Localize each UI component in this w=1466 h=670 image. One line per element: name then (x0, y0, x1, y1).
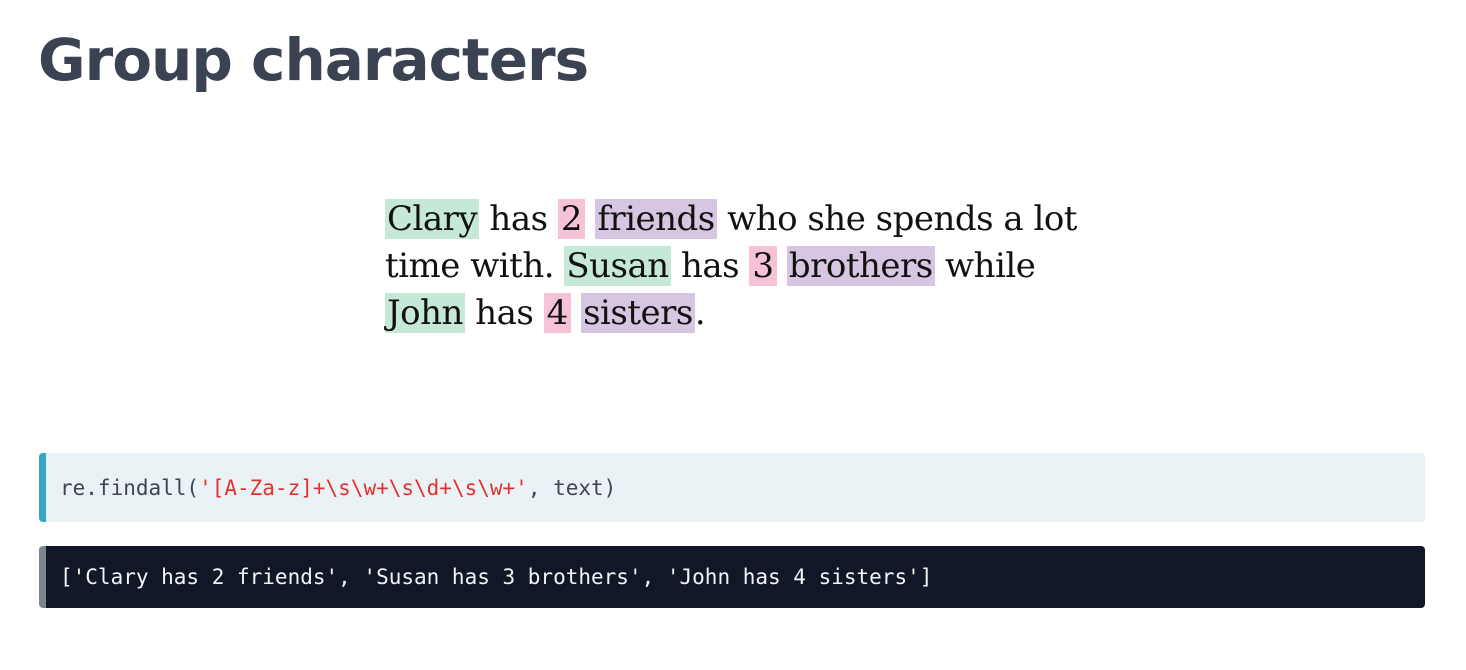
page-title: Group characters (38, 26, 589, 94)
sentence-text: . (694, 293, 706, 333)
highlight-noun: brothers (786, 246, 935, 286)
code-input-block[interactable]: re.findall('[A-Za-z]+\s\w+\s\d+\s\w+', t… (39, 453, 1425, 522)
highlight-noun: friends (595, 199, 717, 239)
highlight-number: 4 (543, 293, 571, 333)
sentence-text (777, 246, 787, 286)
sentence-text: has (670, 246, 750, 286)
sentence-text: has (464, 293, 544, 333)
code-regex-string: '[A-Za-z]+\s\w+\s\d+\s\w+' (199, 475, 528, 500)
code-arguments: , text) (527, 475, 617, 500)
highlight-number: 3 (749, 246, 777, 286)
highlight-noun: sisters (581, 293, 695, 333)
sentence-text: while (934, 246, 1036, 286)
highlight-number: 2 (557, 199, 585, 239)
highlight-name: John (385, 293, 465, 333)
code-output-block: ['Clary has 2 friends', 'Susan has 3 bro… (39, 546, 1425, 608)
highlight-name: Clary (385, 199, 480, 239)
code-function-call: re.findall( (60, 475, 200, 500)
sentence-text (585, 199, 595, 239)
sentence-text: has (479, 199, 558, 239)
highlighted-sentence-illustration: Clary has 2 friends who she spends a lot… (385, 196, 1085, 337)
code-output-text: ['Clary has 2 friends', 'Susan has 3 bro… (60, 565, 933, 589)
sentence-text (571, 293, 581, 333)
highlight-name: Susan (564, 246, 671, 286)
